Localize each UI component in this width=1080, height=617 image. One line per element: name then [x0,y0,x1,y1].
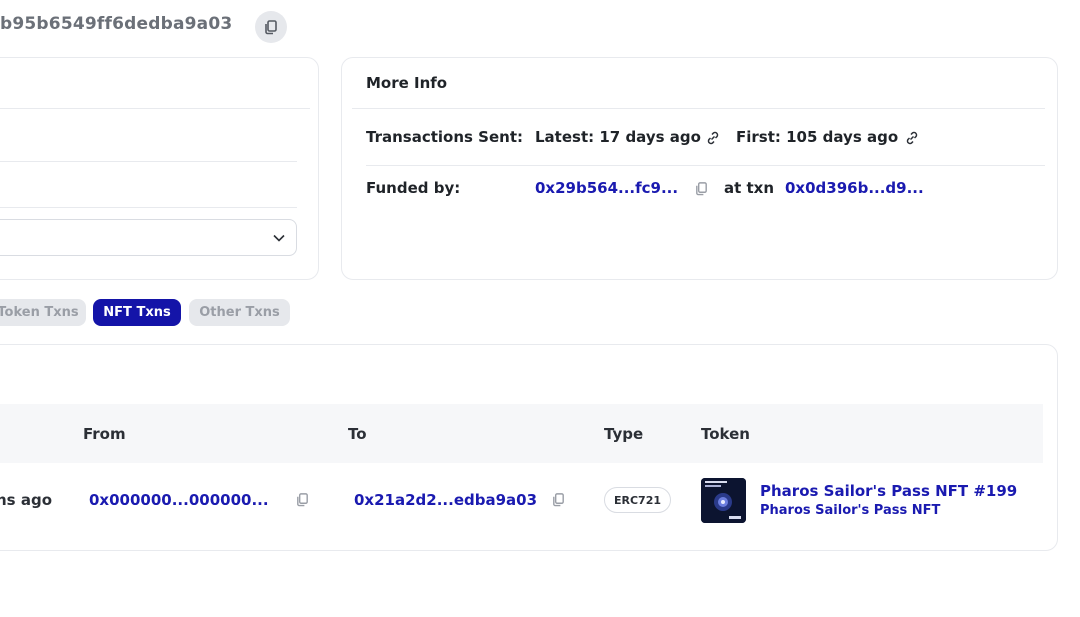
more-info-title: More Info [366,74,448,92]
copy-address-button[interactable] [255,11,287,43]
column-header-from: From [83,425,126,443]
table-header [0,404,1043,463]
copy-icon[interactable] [295,492,310,507]
token-holdings-dropdown[interactable] [0,219,297,256]
funded-by-label: Funded by: [366,179,461,197]
funded-by-address-link[interactable]: 0x29b564...fc9... [535,179,678,197]
latest-txn-text: Latest: 17 days ago [535,128,701,146]
copy-icon[interactable] [694,181,709,196]
tab-nft-txns[interactable]: NFT Txns [93,299,181,326]
transactions-sent-label: Transactions Sent: [366,128,523,146]
at-txn-label: at txn [724,179,775,197]
overview-divider [0,108,310,109]
column-header-type: Type [604,425,644,443]
row-age: ns ago [0,491,52,509]
column-header-to: To [348,425,367,443]
first-txn-text: First: 105 days ago [736,128,899,146]
more-info-divider [366,165,1045,166]
overview-divider [0,207,297,208]
token-collection-link[interactable]: Pharos Sailor's Pass NFT [760,503,940,518]
chevron-down-icon [273,234,285,242]
tab-other-txns[interactable]: Other Txns [189,299,290,326]
token-type-badge: ERC721 [604,487,671,513]
copy-icon[interactable] [551,492,566,507]
token-name-link[interactable]: Pharos Sailor's Pass NFT #199 [760,482,1017,500]
copy-icon [265,20,277,35]
nft-image-icon [701,478,746,523]
overview-divider [0,161,297,162]
nft-thumbnail[interactable] [701,478,746,523]
link-icon[interactable] [705,130,721,146]
overview-card [0,57,319,280]
more-info-card: More Info Transactions Sent: Latest: 17 … [341,57,1058,280]
tab-token-txns[interactable]: Token Txns [0,299,86,326]
link-icon[interactable] [904,130,920,146]
column-header-token: Token [701,425,750,443]
funding-txn-link[interactable]: 0x0d396b...d9... [785,179,924,197]
more-info-divider [352,108,1045,109]
row-to-address-link[interactable]: 0x21a2d2...edba9a03 [354,491,537,509]
address-title: b95b6549ff6dedba9a03 [0,14,233,34]
row-from-address-link[interactable]: 0x000000...000000... [89,491,269,509]
